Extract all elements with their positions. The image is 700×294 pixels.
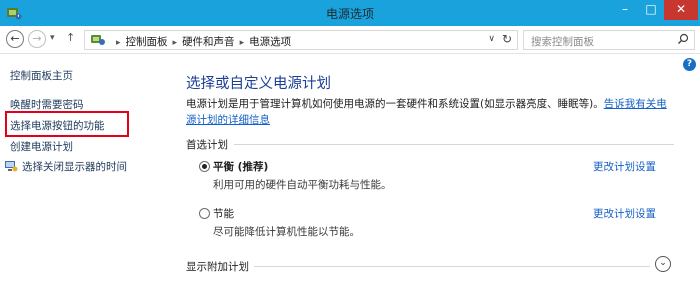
choose-power-button-function-link[interactable]: 选择电源按钮的功能 bbox=[10, 118, 105, 133]
address-bar[interactable]: ▸ 控制面板 ▸ 硬件和声音 ▸ 电源选项 ∨ ↻ bbox=[84, 30, 518, 50]
balanced-plan-description: 利用可用的硬件自动平衡功耗与性能。 bbox=[213, 179, 392, 191]
preferred-plans-label: 首选计划 bbox=[186, 139, 228, 151]
balanced-plan-name[interactable]: 平衡 (推荐) bbox=[213, 159, 268, 174]
task-pane: 控制面板主页 唤醒时需要密码 选择电源按钮的功能 创建电源计划 选择关闭显示器的… bbox=[0, 55, 168, 294]
additional-plans-divider bbox=[254, 266, 650, 267]
breadcrumb-hardware-and-sound[interactable]: 硬件和声音 bbox=[182, 36, 235, 48]
balanced-plan-radio[interactable] bbox=[199, 161, 210, 172]
minimize-button[interactable]: – bbox=[612, 0, 638, 20]
choose-display-off-time-link[interactable]: 选择关闭显示器的时间 bbox=[22, 159, 127, 174]
power-saver-change-plan-settings-link[interactable]: 更改计划设置 bbox=[593, 206, 656, 221]
navigation-bar: ← → ▾ ↑ ▸ 控制面板 ▸ 硬件和声音 ▸ 电源选项 ∨ ↻ 搜索控制面板 bbox=[0, 26, 700, 54]
create-power-plan-link[interactable]: 创建电源计划 bbox=[10, 139, 73, 154]
description-text: 电源计划是用于管理计算机如何使用电源的一套硬件和系统设置(如显示器亮度、睡眠等)… bbox=[186, 98, 604, 110]
close-button[interactable]: ✕ bbox=[664, 0, 698, 20]
window-title: 电源选项 bbox=[325, 7, 374, 21]
preferred-plans-divider bbox=[234, 144, 674, 145]
breadcrumb: ▸ 控制面板 ▸ 硬件和声音 ▸ 电源选项 bbox=[111, 34, 291, 49]
breadcrumb-separator-icon[interactable]: ▸ bbox=[240, 38, 245, 48]
breadcrumb-control-panel[interactable]: 控制面板 bbox=[126, 36, 168, 48]
control-panel-home-link[interactable]: 控制面板主页 bbox=[10, 68, 73, 83]
maximize-button[interactable]: □ bbox=[638, 0, 664, 20]
expand-additional-plans-icon[interactable]: ⌄ bbox=[655, 256, 671, 272]
page-title: 选择或自定义电源计划 bbox=[186, 76, 331, 92]
search-placeholder: 搜索控制面板 bbox=[531, 36, 594, 48]
power-saver-plan-name[interactable]: 节能 bbox=[213, 206, 234, 221]
search-input[interactable]: 搜索控制面板 bbox=[523, 30, 695, 50]
forward-button[interactable]: → bbox=[28, 30, 46, 48]
breadcrumb-separator-icon: ▸ bbox=[116, 38, 121, 48]
show-additional-plans-label[interactable]: 显示附加计划 bbox=[186, 259, 249, 274]
display-turn-off-icon bbox=[5, 161, 18, 172]
help-icon[interactable]: ? bbox=[683, 58, 696, 71]
breadcrumb-power-options[interactable]: 电源选项 bbox=[249, 36, 291, 48]
refresh-icon[interactable]: ↻ bbox=[502, 32, 512, 46]
title-bar: 电源选项 – □ ✕ bbox=[0, 0, 700, 26]
balanced-change-plan-settings-link[interactable]: 更改计划设置 bbox=[593, 159, 656, 174]
address-dropdown-icon[interactable]: ∨ bbox=[488, 34, 495, 44]
control-panel-icon bbox=[91, 35, 105, 45]
require-password-on-wakeup-link[interactable]: 唤醒时需要密码 bbox=[10, 97, 84, 112]
power-saver-plan-radio[interactable] bbox=[199, 208, 210, 219]
back-button[interactable]: ← bbox=[6, 30, 24, 48]
breadcrumb-separator-icon[interactable]: ▸ bbox=[173, 38, 178, 48]
search-icon[interactable] bbox=[677, 33, 689, 45]
page-description: 电源计划是用于管理计算机如何使用电源的一套硬件和系统设置(如显示器亮度、睡眠等)… bbox=[186, 96, 676, 128]
up-button[interactable]: ↑ bbox=[66, 31, 75, 44]
power-saver-plan-description: 尽可能降低计算机性能以节能。 bbox=[213, 226, 360, 238]
recent-locations-dropdown-icon[interactable]: ▾ bbox=[50, 33, 55, 43]
